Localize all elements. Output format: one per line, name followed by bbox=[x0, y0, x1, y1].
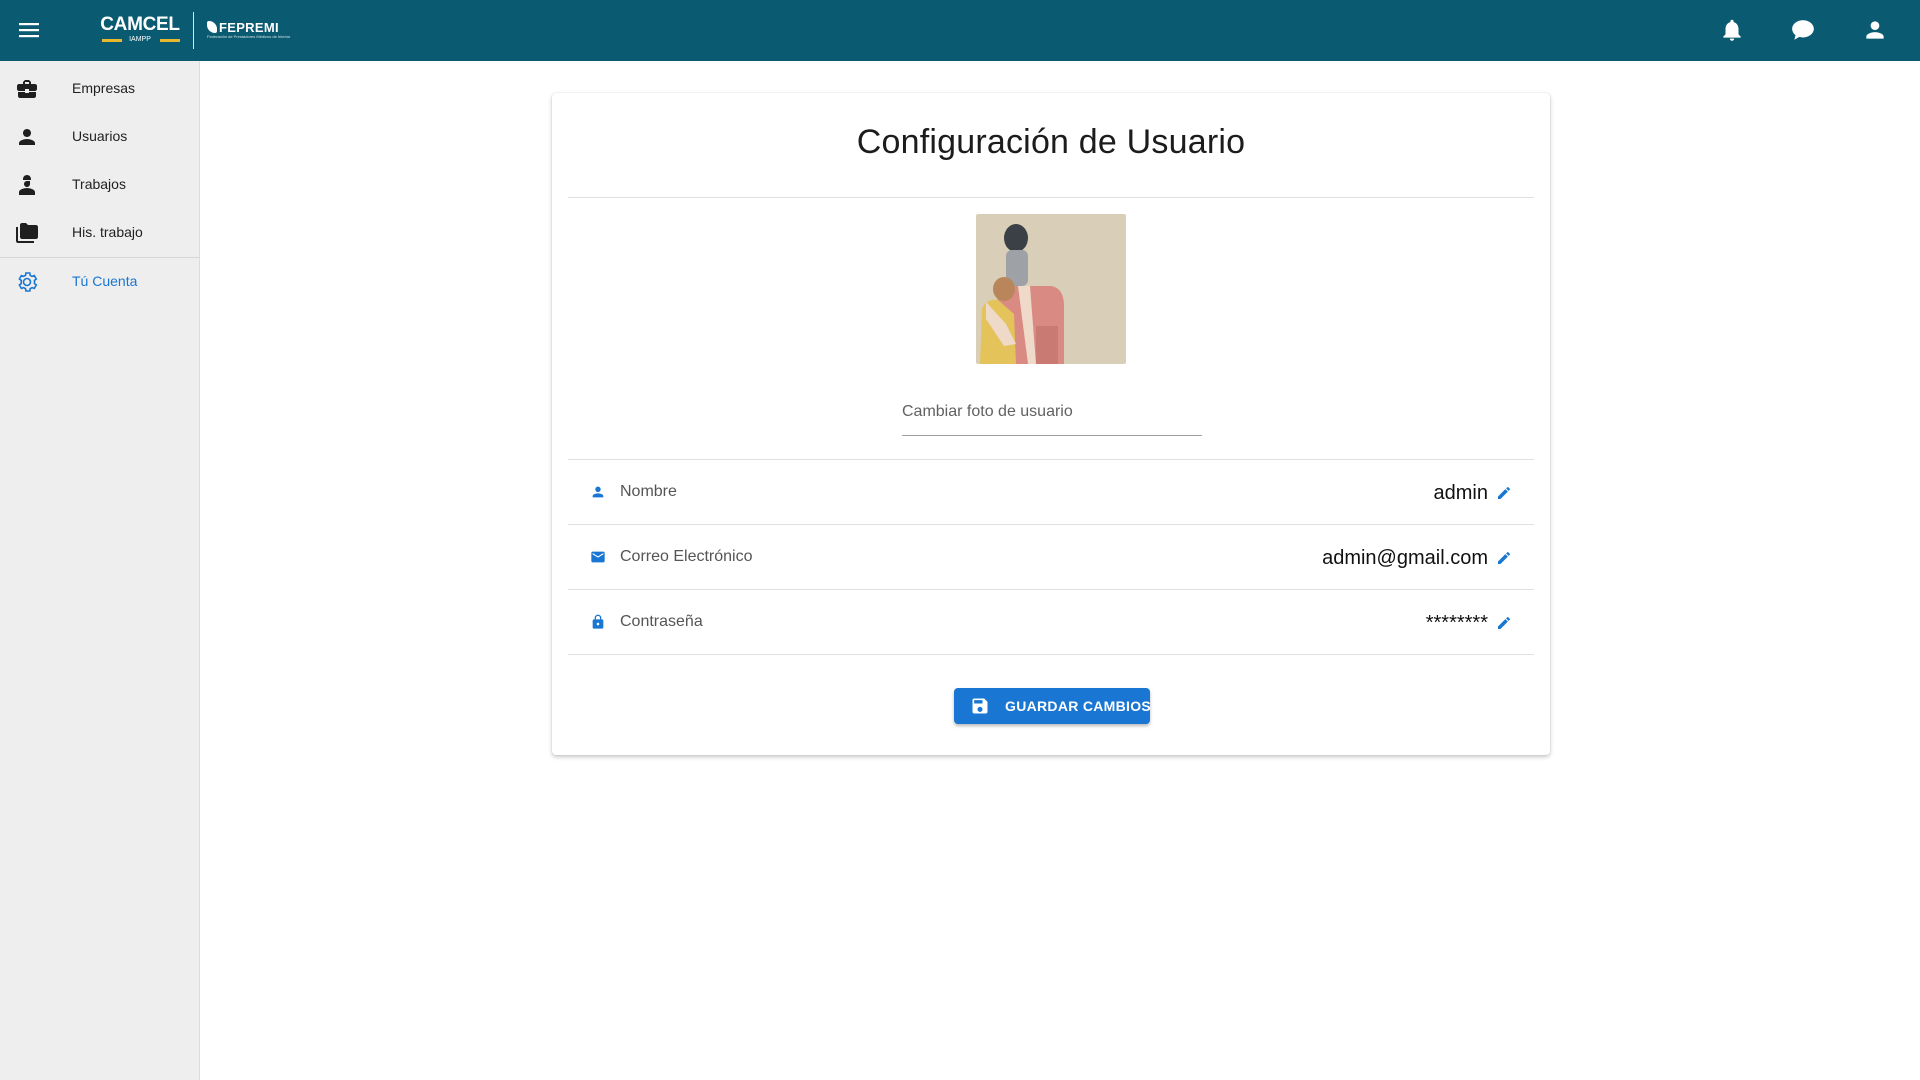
save-icon bbox=[970, 696, 990, 716]
divider bbox=[568, 654, 1534, 655]
person-icon bbox=[590, 484, 606, 500]
sidebar-item-usuarios[interactable]: Usuarios bbox=[0, 113, 199, 161]
field-label: Nombre bbox=[620, 483, 677, 500]
gear-icon bbox=[15, 270, 39, 294]
field-label: Correo Electrónico bbox=[620, 548, 753, 565]
field-label: Contraseña bbox=[620, 613, 703, 630]
field-row-contrasena: Contraseña ******** bbox=[568, 590, 1534, 654]
sidebar-item-label: Trabajos bbox=[72, 176, 126, 192]
worker-icon bbox=[15, 173, 39, 197]
top-app-bar: CAMCEL IAMPP FEPREMI Federación de Prest… bbox=[0, 0, 1920, 61]
camcel-logo-text: CAMCEL bbox=[100, 14, 180, 35]
sidebar-item-label: Empresas bbox=[72, 80, 136, 96]
user-settings-card: Configuración de Usuario Cambiar foto de… bbox=[552, 93, 1550, 755]
edit-icon[interactable] bbox=[1496, 550, 1512, 566]
field-value: ******** bbox=[1425, 612, 1488, 634]
logo-divider bbox=[193, 12, 194, 49]
folder-icon bbox=[15, 221, 39, 245]
save-changes-button[interactable]: GUARDAR CAMBIOS bbox=[954, 688, 1152, 724]
field-value: admin@gmail.com bbox=[1322, 547, 1488, 569]
menu-icon[interactable] bbox=[16, 18, 42, 42]
lock-icon bbox=[590, 614, 606, 630]
sidebar: Empresas Usuarios Trabajos His. trabajo … bbox=[0, 61, 200, 1080]
field-row-correo: Correo Electrónico admin@gmail.com bbox=[568, 525, 1534, 589]
field-row-nombre: Nombre admin bbox=[568, 460, 1534, 524]
sidebar-item-label: Usuarios bbox=[72, 128, 128, 144]
change-photo-label: Cambiar foto de usuario bbox=[902, 403, 1073, 420]
mail-icon bbox=[590, 549, 606, 565]
divider bbox=[568, 197, 1534, 198]
bell-icon[interactable] bbox=[1719, 17, 1745, 43]
sidebar-item-trabajos[interactable]: Trabajos bbox=[0, 161, 199, 209]
page-title: Configuración de Usuario bbox=[856, 123, 1246, 161]
sidebar-item-label: Tú Cuenta bbox=[72, 273, 138, 289]
camcel-logo[interactable]: CAMCEL IAMPP bbox=[100, 15, 180, 47]
sidebar-item-tu-cuenta[interactable]: Tú Cuenta bbox=[0, 258, 199, 306]
account-icon[interactable] bbox=[1862, 17, 1888, 43]
field-value: admin bbox=[1433, 482, 1488, 504]
sidebar-item-historial-trabajo[interactable]: His. trabajo bbox=[0, 209, 199, 257]
change-photo-field[interactable]: Cambiar foto de usuario bbox=[902, 403, 1202, 436]
edit-icon[interactable] bbox=[1496, 485, 1512, 501]
user-avatar[interactable] bbox=[976, 214, 1126, 364]
sidebar-item-label: His. trabajo bbox=[72, 224, 143, 240]
camcel-logo-subtext: IAMPP bbox=[129, 36, 151, 43]
fepremi-logo-glyph bbox=[207, 21, 217, 33]
fepremi-logo-tagline: Federación de Prestadores Médicos de Int… bbox=[207, 34, 291, 39]
fepremi-logo-text: FEPREMI bbox=[219, 20, 279, 35]
briefcase-icon bbox=[15, 77, 39, 101]
input-underline bbox=[902, 435, 1202, 436]
save-button-label: GUARDAR CAMBIOS bbox=[1005, 698, 1152, 714]
chat-icon[interactable] bbox=[1790, 17, 1816, 43]
sidebar-item-empresas[interactable]: Empresas bbox=[0, 65, 199, 113]
person-icon bbox=[15, 125, 39, 149]
edit-icon[interactable] bbox=[1496, 615, 1512, 631]
